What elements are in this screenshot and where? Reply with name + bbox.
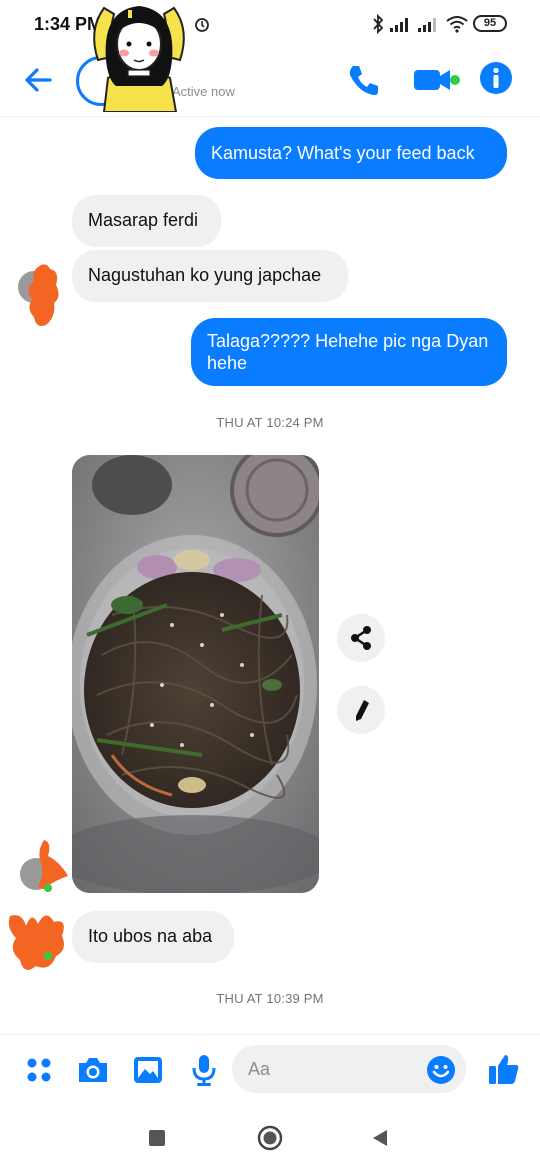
shared-photo-japchae[interactable] (72, 455, 319, 893)
gallery-button[interactable] (132, 1055, 164, 1085)
voice-call-button[interactable] (344, 60, 384, 100)
timestamp-separator: THU AT 10:39 PM (216, 991, 324, 1006)
back-button[interactable] (22, 64, 54, 96)
sender-avatar-scribbled (20, 840, 68, 892)
bluetooth-icon (373, 14, 384, 34)
incoming-message[interactable]: Masarap ferdi (72, 195, 221, 247)
more-options-button[interactable] (24, 1055, 54, 1085)
outgoing-message[interactable]: Talaga????? Hehehe pic nga Dyan hehe (191, 318, 507, 386)
pencil-icon (356, 700, 369, 721)
outgoing-message[interactable]: Kamusta? What's your feed back (195, 127, 507, 179)
sender-avatar-scribbled (8, 915, 64, 970)
sender-avatar-scribbled (18, 264, 59, 326)
microphone-button[interactable] (191, 1053, 217, 1087)
back-nav-button[interactable] (371, 1129, 389, 1147)
signal-strength-icon (390, 16, 412, 32)
video-call-button[interactable] (408, 62, 464, 98)
battery-indicator: 95 (473, 15, 507, 32)
girl-sticker-overlay (93, 6, 185, 112)
alarm-icon (195, 18, 209, 32)
share-icon (351, 626, 371, 650)
home-button[interactable] (257, 1125, 283, 1151)
camera-button[interactable] (76, 1055, 110, 1085)
share-button[interactable] (337, 614, 385, 662)
signal-strength-icon-2 (418, 16, 440, 32)
edit-photo-button[interactable] (337, 686, 385, 734)
recent-apps-button[interactable] (149, 1130, 165, 1146)
wifi-icon (446, 16, 468, 33)
japchae-photo-image (72, 455, 319, 893)
like-button[interactable] (487, 1052, 521, 1086)
info-button[interactable] (478, 60, 514, 96)
emoji-button[interactable] (426, 1055, 456, 1085)
incoming-message[interactable]: Nagustuhan ko yung japchae (72, 250, 348, 302)
timestamp-separator: THU AT 10:24 PM (216, 415, 324, 430)
incoming-message[interactable]: Ito ubos na aba (72, 911, 234, 963)
